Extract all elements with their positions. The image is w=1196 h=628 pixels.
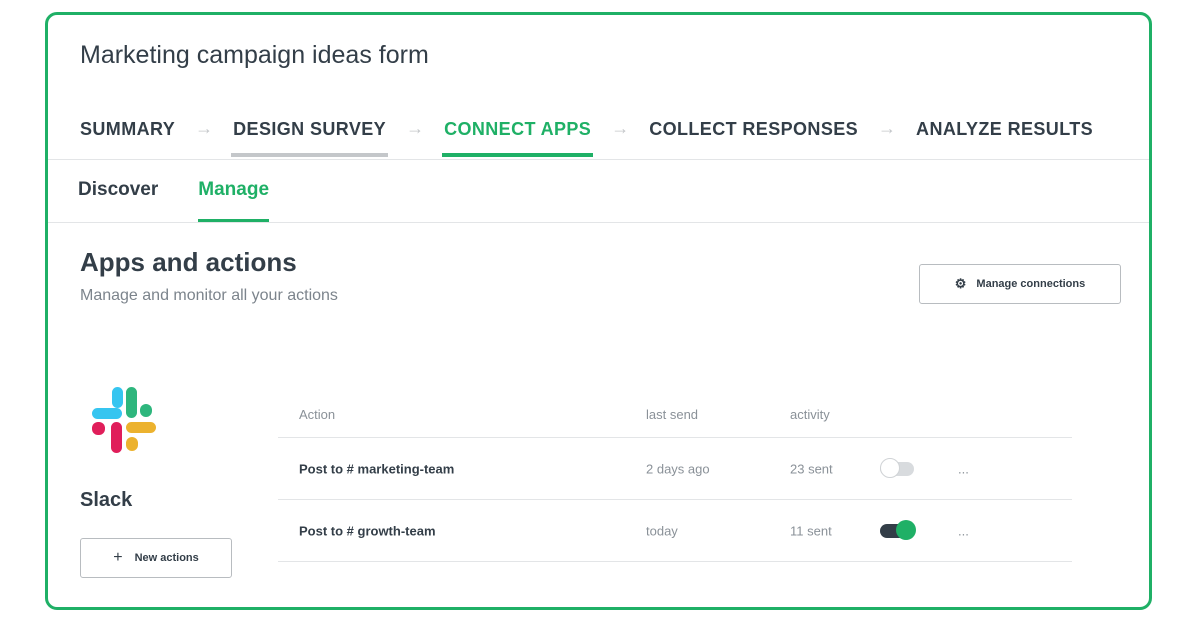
workflow-steps: SUMMARY → DESIGN SURVEY → CONNECT APPS →… <box>78 115 1095 159</box>
subtabs-divider <box>48 222 1149 223</box>
step-collect-responses[interactable]: COLLECT RESPONSES <box>647 115 860 151</box>
arrow-right-icon: → <box>878 118 897 138</box>
table-row[interactable]: Post to # marketing-team 2 days ago 23 s… <box>278 438 1072 500</box>
step-summary[interactable]: SUMMARY <box>78 115 177 151</box>
last-send: today <box>646 523 678 538</box>
subtabs: Discover Manage <box>78 177 269 222</box>
step-design-survey[interactable]: DESIGN SURVEY <box>231 115 388 157</box>
section-title: Apps and actions <box>80 247 297 277</box>
tab-manage[interactable]: Manage <box>198 177 269 222</box>
arrow-right-icon: → <box>195 118 214 138</box>
activity-count: 23 sent <box>790 461 833 476</box>
app-name: Slack <box>80 489 133 511</box>
more-options-icon[interactable]: ... <box>958 461 969 476</box>
toggle-knob <box>880 457 900 478</box>
manage-connections-button[interactable]: ⚙ Manage connections <box>919 264 1121 304</box>
action-toggle[interactable] <box>880 457 914 478</box>
step-connect-apps[interactable]: CONNECT APPS <box>442 115 594 157</box>
toggle-cell <box>880 519 916 540</box>
actions-table: Action last send activity Post to # mark… <box>278 395 1072 562</box>
action-name: Post to # growth-team <box>299 523 436 538</box>
manage-connections-label: Manage connections <box>976 278 1086 290</box>
header-activity: activity <box>790 407 830 422</box>
header-last-send: last send <box>646 407 699 422</box>
more-options-icon[interactable]: ... <box>958 523 969 538</box>
slack-logo-icon <box>90 385 160 460</box>
plus-icon: + <box>113 549 123 566</box>
step-analyze-results[interactable]: ANALYZE RESULTS <box>914 115 1095 151</box>
header-action: Action <box>299 407 336 422</box>
action-name: Post to # marketing-team <box>299 461 455 476</box>
arrow-right-icon: → <box>406 118 425 138</box>
table-header: Action last send activity <box>278 395 1072 438</box>
new-actions-button[interactable]: + New actions <box>80 538 232 578</box>
last-send: 2 days ago <box>646 461 710 476</box>
toggle-knob <box>896 519 916 540</box>
section-subtitle: Manage and monitor all your actions <box>80 287 338 304</box>
steps-divider <box>48 159 1149 160</box>
action-toggle[interactable] <box>880 519 916 540</box>
form-title: Marketing campaign ideas form <box>80 41 429 69</box>
app-frame: Marketing campaign ideas form SUMMARY → … <box>45 12 1152 610</box>
new-actions-label: New actions <box>134 552 199 564</box>
gear-icon: ⚙ <box>954 276 967 291</box>
toggle-cell <box>880 457 914 478</box>
arrow-right-icon: → <box>611 118 630 138</box>
table-row[interactable]: Post to # growth-team today 11 sent ... <box>278 500 1072 562</box>
tab-discover[interactable]: Discover <box>78 177 158 217</box>
activity-count: 11 sent <box>790 523 832 538</box>
